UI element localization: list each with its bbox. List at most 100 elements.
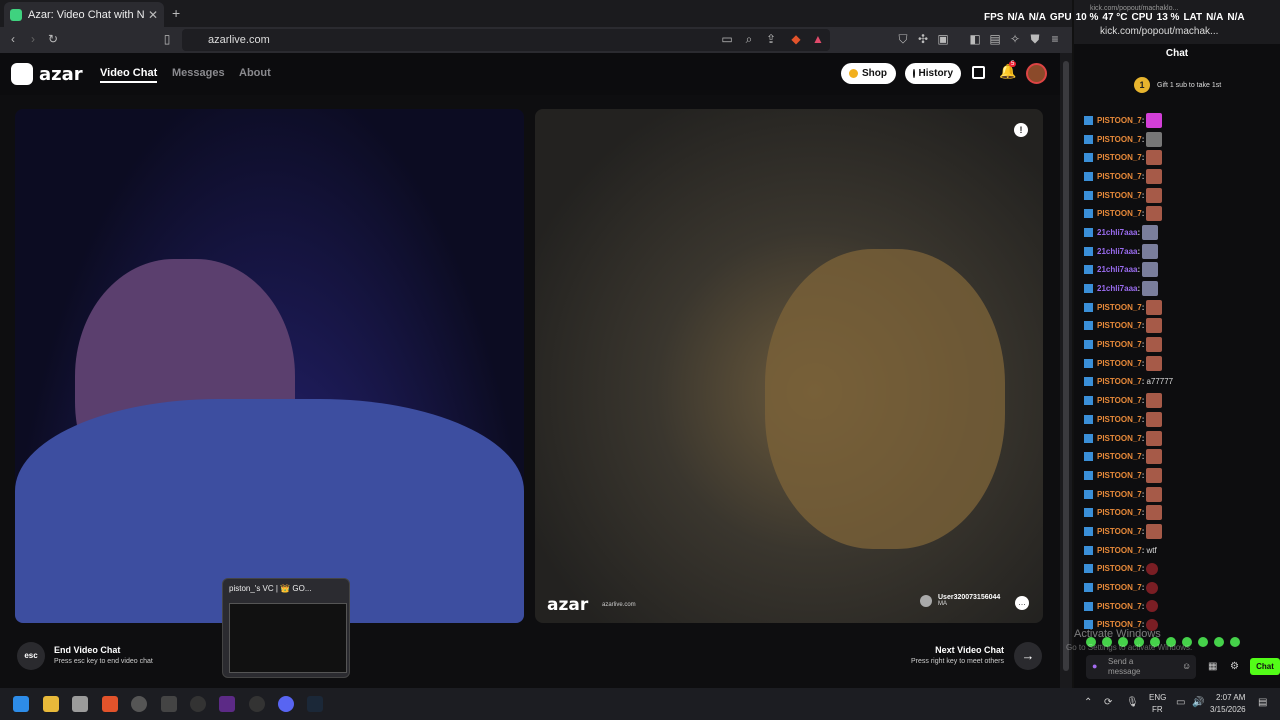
brave-rewards-icon[interactable]: ▲ [811, 32, 825, 46]
chat-username[interactable]: PISTOON_7 [1097, 564, 1142, 573]
nav-video-chat[interactable]: Video Chat [100, 67, 158, 83]
browser-tab[interactable]: Azar: Video Chat with New Pe ✕ [4, 2, 164, 27]
chat-username[interactable]: PISTOON_7 [1097, 135, 1142, 144]
file-explorer-icon[interactable] [43, 696, 59, 712]
emoji-icon[interactable]: ☺ [1182, 661, 1191, 671]
partner-info[interactable]: User320073156044 MA [920, 594, 1000, 607]
shield-icon[interactable]: ⛊ [1028, 32, 1042, 46]
chat-emote-icon [1142, 224, 1159, 240]
chat-username[interactable]: 21chli7aaa [1097, 247, 1137, 256]
chat-badge-icon [1084, 302, 1093, 312]
chat-username[interactable]: PISTOON_7 [1097, 172, 1142, 181]
store-app-icon[interactable] [72, 696, 88, 712]
chat-username[interactable]: 21chli7aaa [1097, 265, 1137, 274]
send-message-box[interactable]: ● Send a message ☺ [1086, 655, 1196, 679]
page-scrollbar[interactable] [1060, 53, 1072, 688]
chat-username[interactable]: PISTOON_7 [1097, 209, 1142, 218]
chat-username[interactable]: PISTOON_7 [1097, 321, 1142, 330]
send-message-input[interactable]: Send a message [1108, 657, 1168, 677]
volume-icon[interactable]: 🔊 [1192, 697, 1204, 708]
logitech-icon[interactable] [190, 696, 206, 712]
report-icon[interactable]: ! [1014, 123, 1028, 137]
emote-icon[interactable] [1214, 637, 1224, 647]
language-top[interactable]: ENG [1149, 693, 1166, 702]
chat-username[interactable]: PISTOON_7 [1097, 116, 1142, 125]
chat-username[interactable]: PISTOON_7 [1097, 471, 1142, 480]
shop-button[interactable]: Shop [841, 63, 896, 84]
store-icon[interactable]: ▦ [1208, 661, 1217, 672]
chat-username[interactable]: PISTOON_7 [1097, 396, 1142, 405]
vpn-icon[interactable]: ⛉ [896, 32, 910, 46]
logitech-icon-2[interactable] [249, 696, 265, 712]
extensions-icon[interactable]: ✣ [916, 32, 930, 46]
chat-username[interactable]: PISTOON_7 [1097, 508, 1142, 517]
next-app-icon[interactable] [219, 696, 235, 712]
popup-thumbnail[interactable] [229, 603, 347, 673]
zoom-icon[interactable]: ⌕ [742, 32, 756, 46]
chat-username[interactable]: PISTOON_7 [1097, 452, 1142, 461]
notification-center-icon[interactable]: ▤ [1258, 697, 1267, 708]
end-chat-button[interactable]: esc [17, 642, 45, 670]
chat-bubble-icon[interactable]: … [1015, 596, 1029, 610]
chat-username[interactable]: 21chli7aaa [1097, 228, 1137, 237]
chat-message: PISTOON_7: [1084, 522, 1274, 541]
screenshot-icon[interactable]: ▣ [936, 32, 950, 46]
clock-time[interactable]: 2:07 AM [1216, 693, 1245, 702]
chat-message: 21chli7aaa: [1084, 279, 1274, 298]
tray-chevron-icon[interactable]: ⌃ [1084, 697, 1092, 708]
chat-send-button[interactable]: Chat [1250, 658, 1280, 675]
reload-icon[interactable]: ↻ [46, 32, 60, 46]
settings-gear-icon[interactable]: ⚙ [1230, 661, 1239, 672]
steam-icon[interactable] [307, 696, 323, 712]
emote-icon[interactable] [1198, 637, 1208, 647]
nav-messages[interactable]: Messages [172, 67, 225, 79]
network-icon[interactable]: ▭ [1176, 697, 1185, 708]
brave-shield-icon[interactable]: ◆ [789, 32, 803, 46]
chat-username[interactable]: PISTOON_7 [1097, 340, 1142, 349]
discord-icon[interactable] [278, 696, 294, 712]
close-tab-icon[interactable]: ✕ [148, 8, 158, 22]
clock-date[interactable]: 3/15/2026 [1210, 705, 1246, 714]
profile-avatar[interactable] [1026, 63, 1047, 84]
cast-icon[interactable]: ▭ [720, 32, 734, 46]
windows-start-icon[interactable] [13, 696, 29, 712]
inbox-icon[interactable] [972, 66, 985, 79]
leo-icon[interactable]: ✧ [1008, 32, 1022, 46]
chat-username[interactable]: PISTOON_7 [1097, 377, 1142, 386]
forward-icon[interactable]: › [26, 32, 40, 46]
language-bottom[interactable]: FR [1152, 705, 1163, 714]
chat-username[interactable]: PISTOON_7 [1097, 153, 1142, 162]
back-icon[interactable]: ‹ [6, 32, 20, 46]
chat-username[interactable]: PISTOON_7 [1097, 434, 1142, 443]
wallet-icon[interactable]: ▤ [988, 32, 1002, 46]
tray-sync-icon[interactable]: ⟳ [1104, 697, 1112, 708]
tray-mic-icon[interactable]: 🎙 [1126, 697, 1139, 708]
discord-preview-popup[interactable]: piston_'s VC | 👑 GO... [222, 578, 350, 678]
chat-username[interactable]: PISTOON_7 [1097, 527, 1142, 536]
chat-username[interactable]: PISTOON_7 [1097, 583, 1142, 592]
sidebar-icon[interactable]: ◧ [968, 32, 982, 46]
emote-icon[interactable] [1230, 637, 1240, 647]
chat-username[interactable]: PISTOON_7 [1097, 602, 1142, 611]
scrollbar-thumb[interactable] [1063, 61, 1069, 671]
chat-username[interactable]: PISTOON_7 [1097, 546, 1142, 555]
nav-about[interactable]: About [239, 67, 271, 79]
next-chat-button[interactable]: → [1014, 642, 1042, 670]
bookmark-icon[interactable]: ▯ [160, 32, 174, 46]
menu-icon[interactable]: ≡ [1048, 32, 1062, 46]
app-circle-icon[interactable] [131, 696, 147, 712]
chat-username[interactable]: 21chli7aaa [1097, 284, 1137, 293]
new-tab-icon[interactable]: + [172, 5, 180, 21]
share-icon[interactable]: ⇪ [764, 32, 778, 46]
azar-logo[interactable]: azar [11, 63, 83, 85]
mic-icon[interactable]: ● [1092, 661, 1097, 671]
chat-username[interactable]: PISTOON_7 [1097, 490, 1142, 499]
app-hex-icon[interactable] [161, 696, 177, 712]
gift-sub-banner[interactable]: 1 Gift 1 sub to take 1st [1134, 77, 1221, 93]
brave-app-icon[interactable] [102, 696, 118, 712]
chat-username[interactable]: PISTOON_7 [1097, 191, 1142, 200]
chat-username[interactable]: PISTOON_7 [1097, 303, 1142, 312]
chat-username[interactable]: PISTOON_7 [1097, 359, 1142, 368]
history-button[interactable]: History [905, 63, 961, 84]
chat-username[interactable]: PISTOON_7 [1097, 415, 1142, 424]
